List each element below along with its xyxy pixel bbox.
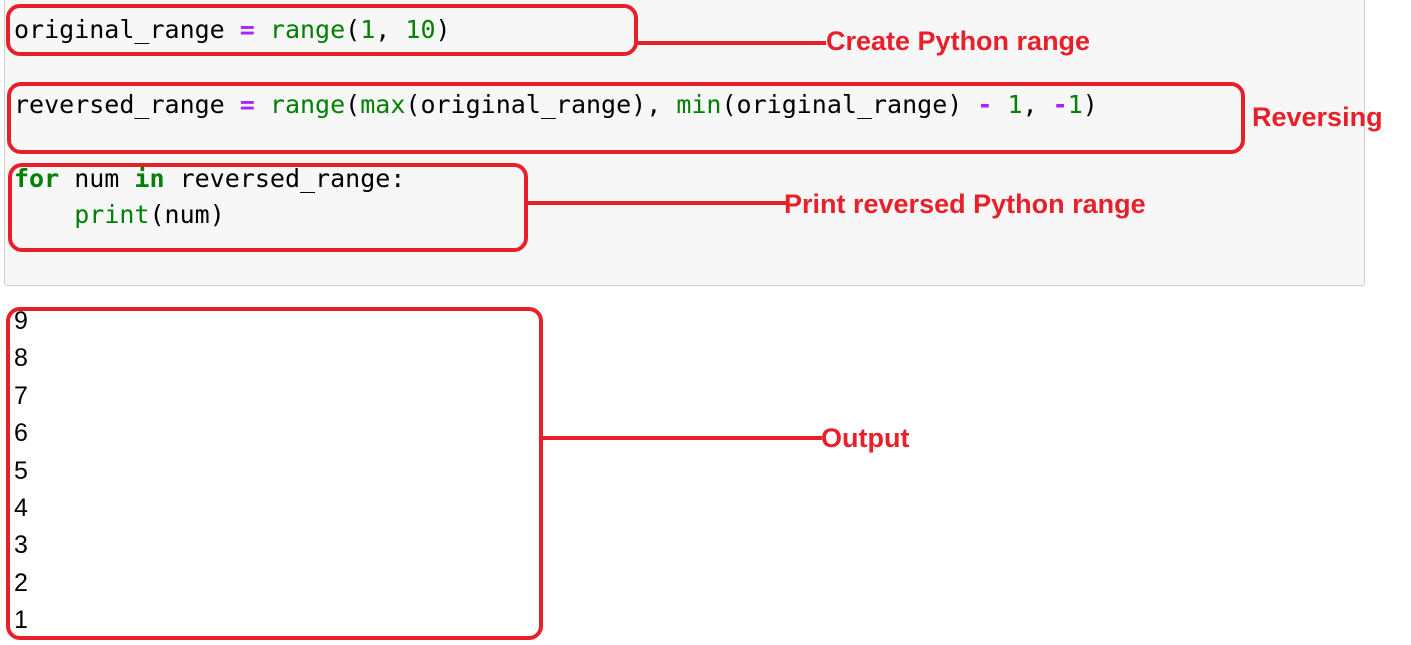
annotation-create: Create Python range — [826, 26, 1091, 56]
highlight-box-output — [6, 307, 543, 640]
connector-print — [526, 201, 786, 205]
highlight-box-reversing — [7, 82, 1245, 154]
annotation-output: Output — [821, 423, 910, 453]
connector-output — [540, 436, 822, 440]
highlight-box-create — [6, 4, 638, 56]
annotation-print: Print reversed Python range — [784, 189, 1146, 219]
connector-create — [636, 41, 826, 45]
annotation-reversing: Reversing — [1252, 102, 1383, 132]
highlight-box-print — [8, 163, 528, 252]
